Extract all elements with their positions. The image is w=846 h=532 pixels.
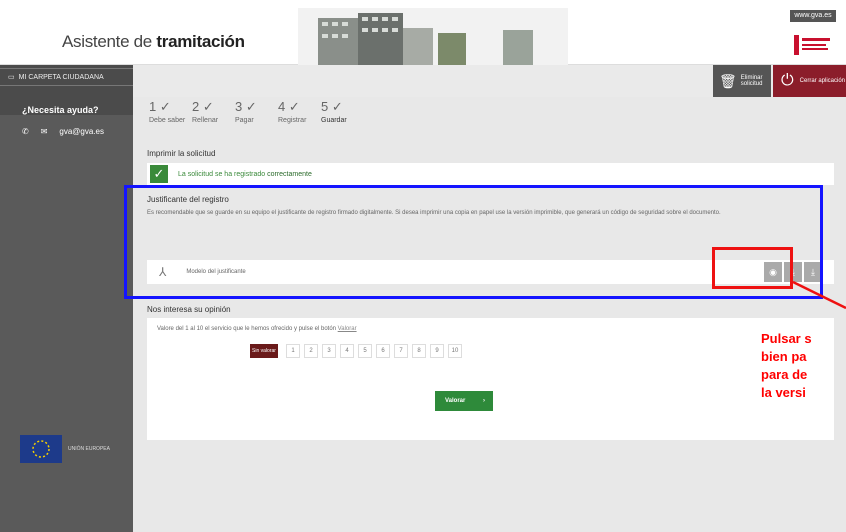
success-text: La solicitud se ha registrado correctame… [178,170,312,178]
sidebar-item-carpeta-ciudadana[interactable]: ▭ MI CARPETA CIUDADANA [0,68,133,86]
rate-button[interactable]: 8 [412,344,426,358]
building-banner-image [298,8,568,65]
close-app-button[interactable]: ⏻ Cerrar aplicación [773,65,846,97]
survey-link[interactable]: Valorar [338,326,357,332]
app-title-bold: tramitación [156,32,245,51]
generalitat-logo [794,35,830,55]
survey-title: Nos interesa su opinión [147,305,231,314]
help-title: ¿Necesita ayuda? [22,105,99,115]
imprimir-title: Imprimir la solicitud [147,149,216,158]
rate-none-button[interactable]: Sin valorar [250,344,278,358]
trash-icon: 🗑 [719,72,737,89]
step-label: Pagar [235,117,254,124]
carpeta-label: MI CARPETA CIUDADANA [18,73,104,81]
check-icon: ✓ [150,165,168,183]
annotation-text: Pulsar s bien pa para de la versi [761,331,812,400]
rate-button[interactable]: 3 [322,344,336,358]
wizard-steps: 1 ✓ Debe saber 2 ✓ Rellenar 3 ✓ Pagar 4 ✓ Re… [149,99,364,124]
eu-flag-icon [20,435,62,463]
rate-button[interactable]: 5 [358,344,372,358]
step-5[interactable]: 5 ✓ Guardar [321,99,364,124]
rate-button[interactable]: 9 [430,344,444,358]
valorar-label: Valorar [445,398,466,404]
rate-button[interactable]: 1 [286,344,300,358]
help-contact-email[interactable]: gva@gva.es [59,127,104,136]
step-1[interactable]: 1 ✓ Debe saber [149,99,192,124]
eu-logo: UNIÓN EUROPEA [20,435,125,463]
app-title: Asistente de tramitación [62,32,245,52]
step-label: Rellenar [192,117,219,124]
close-label: Cerrar aplicación [799,78,846,84]
help-contact-row: ✆ ✉ gva@gva.es [22,127,104,136]
rating-scale: Sin valorar 1 2 3 4 5 6 7 8 9 10 [250,344,462,358]
check-icon: ✓ [242,99,257,114]
gva-link[interactable]: www.gva.es [790,10,836,22]
check-icon: ✓ [328,99,343,114]
step-label: Guardar [321,117,347,124]
survey-box: Valore del 1 al 10 el servicio que le he… [147,318,834,440]
power-icon: ⏻ [781,72,794,89]
top-toolbar: 🗑 Eliminar solicitud ⏻ Cerrar aplicación [133,65,846,97]
rate-button[interactable]: 6 [376,344,390,358]
success-message: ✓ La solicitud se ha registrado correcta… [147,163,834,185]
step-label: Debe saber [149,117,186,124]
chevron-right-icon: › [483,398,485,404]
header: Asistente de tramitación www.gva.es [0,0,846,65]
delete-label: Eliminar solicitud [740,75,763,87]
rate-button[interactable]: 4 [340,344,354,358]
rate-button[interactable]: 2 [304,344,318,358]
rate-button[interactable]: 10 [448,344,462,358]
phone-icon: ✆ [22,127,29,136]
step-4[interactable]: 4 ✓ Registrar [278,99,321,124]
survey-question: Valore del 1 al 10 el servicio que le he… [157,326,357,332]
step-2[interactable]: 2 ✓ Rellenar [192,99,235,124]
step-3[interactable]: 3 ✓ Pagar [235,99,278,124]
mail-icon: ✉ [40,127,48,136]
valorar-button[interactable]: Valorar › [435,391,493,411]
folder-icon: ▭ [8,74,15,81]
step-label: Registrar [278,117,307,124]
app-title-prefix: Asistente de [62,32,157,51]
highlight-box-red [712,247,793,289]
eu-text: UNIÓN EUROPEA [68,446,110,452]
rate-button[interactable]: 7 [394,344,408,358]
check-icon: ✓ [156,99,171,114]
check-icon: ✓ [199,99,214,114]
check-icon: ✓ [285,99,300,114]
delete-request-button[interactable]: 🗑 Eliminar solicitud [713,65,771,97]
